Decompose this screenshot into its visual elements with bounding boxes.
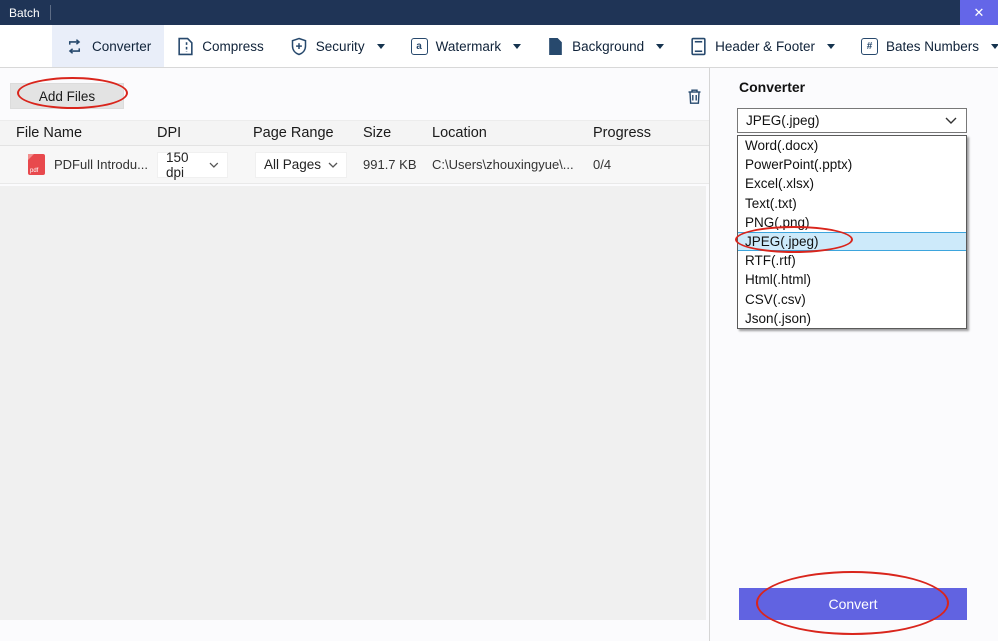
add-files-button[interactable]: Add Files [10, 83, 124, 109]
file-list-panel: Add Files File Name DPI Page Range Size … [0, 68, 710, 641]
file-table: File Name DPI Page Range Size Location P… [0, 120, 709, 184]
file-location: C:\Users\zhouxingyue\... [432, 157, 593, 172]
tab-label: Compress [202, 39, 264, 54]
tab-label: Security [316, 39, 365, 54]
trash-icon [687, 88, 702, 105]
tab-label: Watermark [436, 39, 502, 54]
output-format-select[interactable]: JPEG(.jpeg) [737, 108, 967, 133]
convert-button-label: Convert [828, 596, 877, 612]
column-header-progress: Progress [593, 125, 709, 141]
close-button[interactable]: ✕ [960, 0, 998, 25]
tab-label: Bates Numbers [886, 39, 979, 54]
dropdown-option-png[interactable]: PNG(.png) [738, 213, 966, 232]
page-range-select[interactable]: All Pages [255, 152, 347, 178]
column-header-size: Size [363, 125, 432, 141]
chevron-down-icon [656, 44, 664, 49]
chevron-down-icon [991, 44, 998, 49]
converter-icon [65, 37, 84, 56]
tab-converter[interactable]: Converter [52, 25, 164, 67]
page-range-value: All Pages [264, 157, 321, 172]
dropdown-option-jpeg[interactable]: JPEG(.jpeg) [738, 232, 966, 251]
converter-settings-panel: Converter JPEG(.jpeg) Word(.docx) PowerP… [710, 68, 998, 641]
chevron-down-icon [513, 44, 521, 49]
compress-icon [177, 37, 194, 56]
dropdown-option-html[interactable]: Html(.html) [738, 270, 966, 289]
tab-label: Background [572, 39, 644, 54]
chevron-down-icon [377, 44, 385, 49]
chevron-down-icon [328, 162, 338, 168]
file-name-cell: PDFull Introdu... [0, 154, 157, 175]
tab-bates-numbers[interactable]: # Bates Numbers [848, 25, 998, 67]
dpi-value: 150 dpi [166, 150, 209, 180]
table-header: File Name DPI Page Range Size Location P… [0, 120, 709, 146]
dropdown-option-json[interactable]: Json(.json) [738, 309, 966, 328]
toolbar: Converter Compress Security a Watermark … [0, 25, 998, 68]
tab-header-footer[interactable]: Header & Footer [677, 25, 848, 67]
page-range-cell: All Pages [253, 152, 363, 178]
tab-background[interactable]: Background [534, 25, 677, 67]
dropdown-option-excel[interactable]: Excel(.xlsx) [738, 174, 966, 193]
add-files-label: Add Files [39, 89, 95, 104]
column-header-file-name: File Name [0, 125, 157, 141]
format-dropdown-list: Word(.docx) PowerPoint(.pptx) Excel(.xls… [737, 135, 967, 329]
tab-label: Converter [92, 39, 151, 54]
table-row[interactable]: PDFull Introdu... 150 dpi All Pages 991.… [0, 146, 709, 184]
dpi-select[interactable]: 150 dpi [157, 152, 228, 178]
tab-label: Header & Footer [715, 39, 815, 54]
security-shield-icon [290, 37, 308, 56]
column-header-location: Location [432, 125, 593, 141]
background-icon [547, 37, 564, 56]
file-name: PDFull Introdu... [54, 157, 148, 172]
converter-section-title: Converter [739, 79, 805, 95]
tab-watermark[interactable]: a Watermark [398, 25, 535, 67]
tab-security[interactable]: Security [277, 25, 398, 67]
convert-button[interactable]: Convert [739, 588, 967, 620]
file-progress: 0/4 [593, 157, 709, 172]
column-header-dpi: DPI [157, 125, 253, 141]
chevron-down-icon [945, 117, 957, 124]
file-list-empty-area [0, 186, 706, 620]
dropdown-option-word[interactable]: Word(.docx) [738, 136, 966, 155]
output-format-value: JPEG(.jpeg) [746, 113, 820, 128]
tab-compress[interactable]: Compress [164, 25, 277, 67]
pdf-file-icon [28, 154, 45, 175]
main-area: Add Files File Name DPI Page Range Size … [0, 68, 998, 641]
chevron-down-icon [209, 162, 219, 168]
dropdown-option-rtf[interactable]: RTF(.rtf) [738, 251, 966, 270]
header-footer-icon [690, 37, 707, 56]
column-header-page-range: Page Range [253, 125, 363, 141]
chevron-down-icon [827, 44, 835, 49]
dpi-cell: 150 dpi [157, 152, 253, 178]
dropdown-option-csv[interactable]: CSV(.csv) [738, 290, 966, 309]
close-icon: ✕ [974, 5, 985, 21]
file-size: 991.7 KB [363, 157, 432, 172]
delete-files-button[interactable] [684, 86, 704, 106]
titlebar-separator [50, 5, 51, 20]
window-title: Batch [0, 6, 40, 20]
dropdown-option-text[interactable]: Text(.txt) [738, 194, 966, 213]
watermark-icon: a [411, 38, 428, 55]
titlebar: Batch ✕ [0, 0, 998, 25]
dropdown-option-powerpoint[interactable]: PowerPoint(.pptx) [738, 155, 966, 174]
bates-numbers-icon: # [861, 38, 878, 55]
